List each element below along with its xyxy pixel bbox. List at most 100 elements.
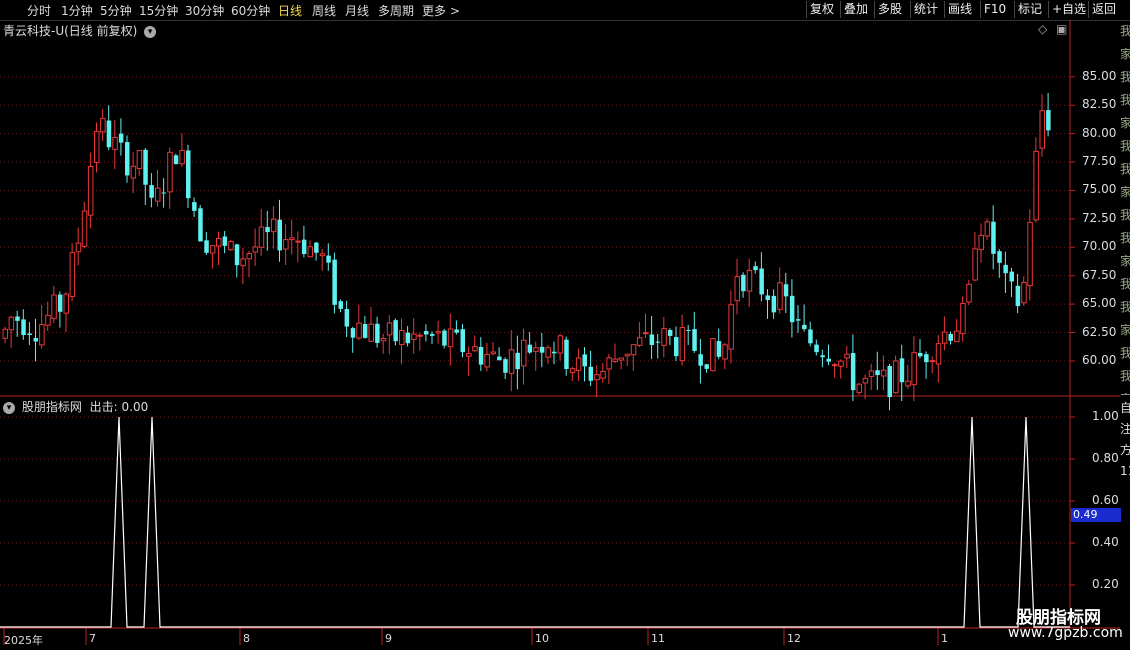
candle-body bbox=[314, 242, 319, 253]
price-label: 80.00 bbox=[1082, 125, 1117, 140]
candle-body bbox=[216, 237, 222, 247]
toolbar-button-2[interactable]: 多股 bbox=[874, 1, 905, 18]
candle-body bbox=[179, 149, 185, 165]
period-tab-5[interactable]: 60分钟 bbox=[231, 2, 270, 19]
candle-body bbox=[350, 328, 356, 338]
candle-body bbox=[33, 337, 38, 342]
indicator-title: 股朋指标网 bbox=[21, 400, 82, 414]
candle-body bbox=[87, 166, 94, 216]
candle-body bbox=[503, 359, 508, 373]
toolbar-button-5[interactable]: F10 bbox=[980, 1, 1009, 18]
indicator-value: 出击: 0.00 bbox=[89, 400, 149, 414]
candle-body bbox=[1015, 285, 1021, 307]
candle-body bbox=[423, 331, 429, 335]
signal-line bbox=[0, 416, 1070, 628]
date-label: 8 bbox=[243, 632, 250, 645]
candle-body bbox=[856, 383, 862, 393]
chevron-down-icon[interactable]: ▾ bbox=[3, 401, 15, 414]
candle-body bbox=[240, 258, 246, 267]
toolbar-button-0[interactable]: 复权 bbox=[806, 1, 837, 18]
candle-body bbox=[606, 357, 612, 370]
chevron-down-icon[interactable]: ▾ bbox=[144, 25, 157, 38]
period-tab-0[interactable]: 分时 bbox=[27, 2, 51, 19]
candle-body bbox=[508, 349, 515, 374]
candle-body bbox=[972, 248, 978, 281]
period-tab-4[interactable]: 30分钟 bbox=[185, 2, 224, 19]
diamond-icon[interactable]: ◇ bbox=[1038, 22, 1047, 36]
toolbar-button-8[interactable]: 返回 bbox=[1088, 1, 1119, 18]
candle-body bbox=[826, 358, 831, 362]
candle-body bbox=[978, 234, 984, 251]
period-tab-6[interactable]: 日线 bbox=[278, 2, 302, 19]
period-tab-3[interactable]: 15分钟 bbox=[139, 2, 178, 19]
current-value-badge: 0.49 bbox=[1071, 508, 1121, 522]
candle-body bbox=[741, 274, 746, 292]
candle-body bbox=[69, 252, 76, 297]
candle-body bbox=[1009, 271, 1014, 282]
indicator-label: 0.20 bbox=[1092, 577, 1119, 591]
candle-body bbox=[527, 344, 533, 353]
period-tab-7[interactable]: 周线 bbox=[312, 2, 336, 19]
toolbar-button-1[interactable]: 叠加 bbox=[840, 1, 871, 18]
candle-body bbox=[844, 353, 850, 359]
candle-body bbox=[258, 226, 265, 248]
candle-body bbox=[552, 351, 557, 354]
price-label: 75.00 bbox=[1082, 182, 1117, 197]
candle-body bbox=[569, 368, 576, 374]
candle-body bbox=[1039, 110, 1045, 149]
price-label: 72.50 bbox=[1082, 210, 1117, 225]
period-tab-8[interactable]: 月线 bbox=[345, 2, 369, 19]
date-label: 7 bbox=[89, 632, 96, 645]
candle-body bbox=[100, 117, 106, 133]
candle-body bbox=[289, 237, 295, 241]
toolbar-button-4[interactable]: 画线 bbox=[944, 1, 975, 18]
candle-body bbox=[411, 333, 417, 340]
candle-body bbox=[125, 142, 130, 176]
candle-body bbox=[838, 360, 844, 367]
candle-body bbox=[655, 341, 661, 343]
candle-body bbox=[442, 330, 447, 346]
indicator-title-bar: ▾ 股朋指标网 出击: 0.00 bbox=[3, 398, 148, 415]
candle-body bbox=[234, 244, 240, 266]
candle-body bbox=[167, 151, 173, 193]
candle-body bbox=[393, 320, 398, 342]
price-label: 82.50 bbox=[1082, 97, 1117, 112]
candle-body bbox=[149, 185, 154, 198]
candle-body bbox=[338, 301, 343, 309]
candle-body bbox=[45, 314, 51, 326]
candle-body bbox=[270, 218, 277, 233]
candle-body bbox=[582, 354, 587, 367]
toolbar-button-7[interactable]: +自选 bbox=[1048, 1, 1089, 18]
candle-body bbox=[624, 353, 631, 357]
candle-body bbox=[454, 329, 459, 333]
candle-body bbox=[106, 120, 112, 148]
period-tab-1[interactable]: 1分钟 bbox=[61, 2, 93, 19]
candle-body bbox=[209, 245, 216, 254]
toolbar-button-6[interactable]: 标记 bbox=[1014, 1, 1045, 18]
candle-body bbox=[734, 276, 740, 302]
candle-body bbox=[802, 324, 807, 330]
toolbar-button-3[interactable]: 统计 bbox=[910, 1, 941, 18]
candle-body bbox=[130, 165, 137, 179]
price-label: 70.00 bbox=[1082, 239, 1117, 254]
candle-body bbox=[478, 347, 484, 365]
period-tab-10[interactable]: 更多 > bbox=[422, 2, 460, 19]
candle-body bbox=[447, 328, 454, 348]
candle-body bbox=[295, 240, 301, 243]
side-strip-lower: 自注方11111 bbox=[1120, 401, 1130, 478]
candle-body bbox=[521, 339, 527, 367]
candle-body bbox=[765, 295, 770, 300]
candle-body bbox=[1021, 281, 1027, 304]
indicator-label: 0.80 bbox=[1092, 451, 1119, 465]
candle-body bbox=[875, 370, 880, 376]
period-tab-9[interactable]: 多周期 bbox=[378, 2, 414, 19]
candle-body bbox=[796, 319, 801, 321]
candle-body bbox=[753, 266, 758, 271]
period-tab-2[interactable]: 5分钟 bbox=[100, 2, 132, 19]
date-label: 11 bbox=[651, 632, 665, 645]
candle-body bbox=[39, 324, 45, 346]
candle-body bbox=[1027, 221, 1033, 287]
candle-body bbox=[192, 202, 197, 211]
panel-toggle-icon[interactable]: ▣ bbox=[1056, 22, 1067, 36]
candle-body bbox=[783, 284, 789, 297]
